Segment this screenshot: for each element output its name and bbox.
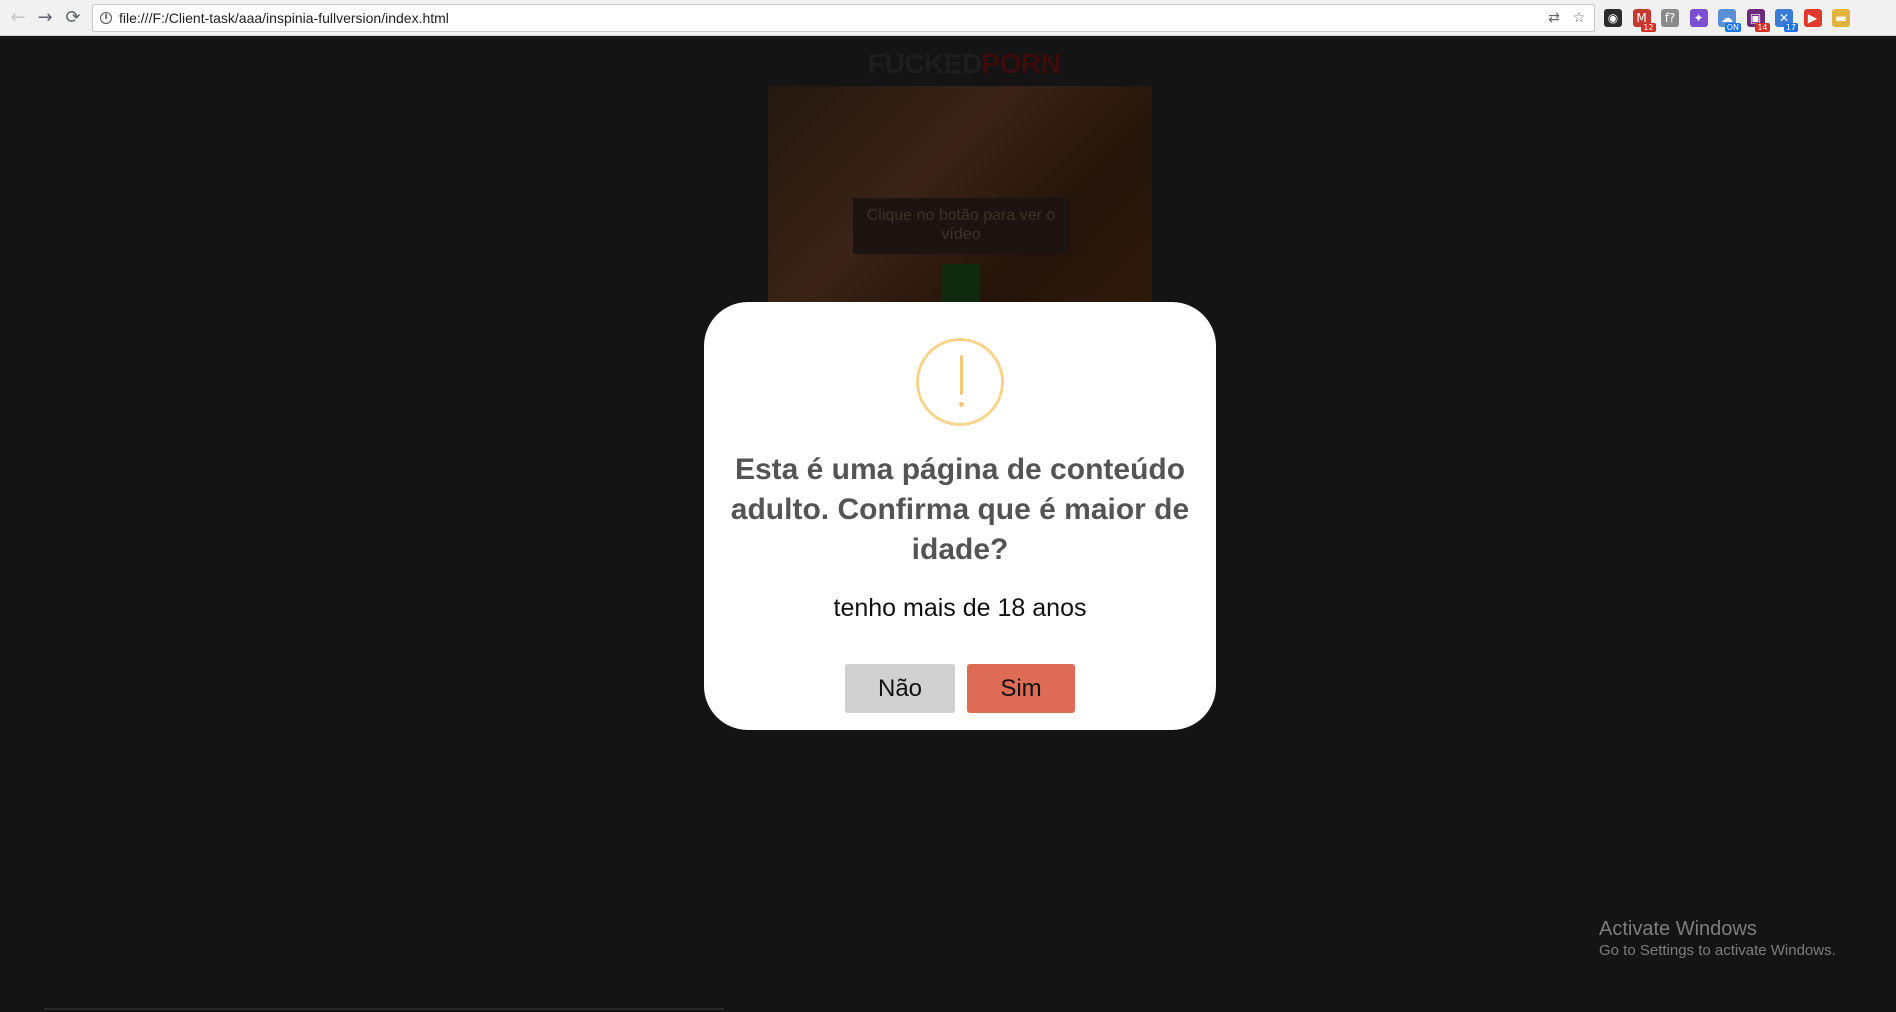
watermark-subtitle: Go to Settings to activate Windows. [1599, 942, 1836, 959]
purple-extension-icon[interactable]: ▣ 14 [1746, 9, 1770, 32]
logo-part1: FUCKED [868, 48, 982, 79]
logo-part2: PORN [981, 48, 1061, 79]
warning-icon-line [960, 355, 963, 395]
video-thumbnail[interactable]: Clique no botão para ver o vídeo [768, 86, 1152, 318]
warning-icon-dot [959, 402, 964, 407]
url-text[interactable]: file:///F:/Client-task/aaa/inspinia-full… [119, 10, 449, 26]
back-button[interactable]: ← [6, 6, 30, 30]
info-icon[interactable]: i [100, 12, 112, 24]
circle-extension-icon[interactable]: ◉ [1604, 9, 1622, 27]
x-extension-icon[interactable]: ✕ 17 [1775, 9, 1798, 32]
reload-button[interactable]: ⟳ [61, 6, 85, 30]
forward-button[interactable]: → [33, 6, 57, 30]
on-extension-badge: ON [1724, 23, 1741, 32]
formula-extension-icon[interactable]: f? [1661, 9, 1679, 27]
warning-icon [916, 338, 1004, 426]
address-bar[interactable]: i file:///F:/Client-task/aaa/inspinia-fu… [92, 4, 1595, 32]
on-extension-icon[interactable]: ☁ ON [1718, 9, 1741, 32]
age-confirm-modal: Esta é uma página de conteúdo adulto. Co… [704, 302, 1216, 730]
bookmark-star-icon[interactable]: ☆ [1571, 10, 1587, 26]
browser-toolbar: ← → ⟳ i file:///F:/Client-task/aaa/inspi… [0, 0, 1896, 36]
bottom-scroll-bar[interactable] [44, 1008, 724, 1010]
modal-text: tenho mais de 18 anos [833, 594, 1087, 622]
folder-extension-icon[interactable]: ▬ [1832, 9, 1850, 27]
no-button[interactable]: Não [845, 664, 955, 713]
x-extension-badge: 17 [1783, 23, 1798, 32]
yes-button[interactable]: Sim [967, 664, 1075, 713]
modal-title: Esta é uma página de conteúdo adulto. Co… [730, 453, 1190, 566]
play-extension-icon[interactable]: ▶ [1803, 9, 1822, 27]
color-extension-icon[interactable]: ✦ [1689, 9, 1708, 27]
watermark-title: Activate Windows [1599, 918, 1757, 940]
video-message: Clique no botão para ver o vídeo [853, 198, 1069, 254]
windows-activation-watermark: Activate Windows Go to Settings to activ… [1599, 917, 1836, 961]
site-logo[interactable]: FUCKEDPORN [868, 48, 1061, 80]
mail-extension-icon[interactable]: M 12 [1632, 9, 1656, 32]
mail-extension-badge: 12 [1641, 23, 1656, 32]
translate-icon[interactable]: ⇄ [1546, 10, 1562, 26]
purple-extension-badge: 14 [1755, 23, 1770, 32]
